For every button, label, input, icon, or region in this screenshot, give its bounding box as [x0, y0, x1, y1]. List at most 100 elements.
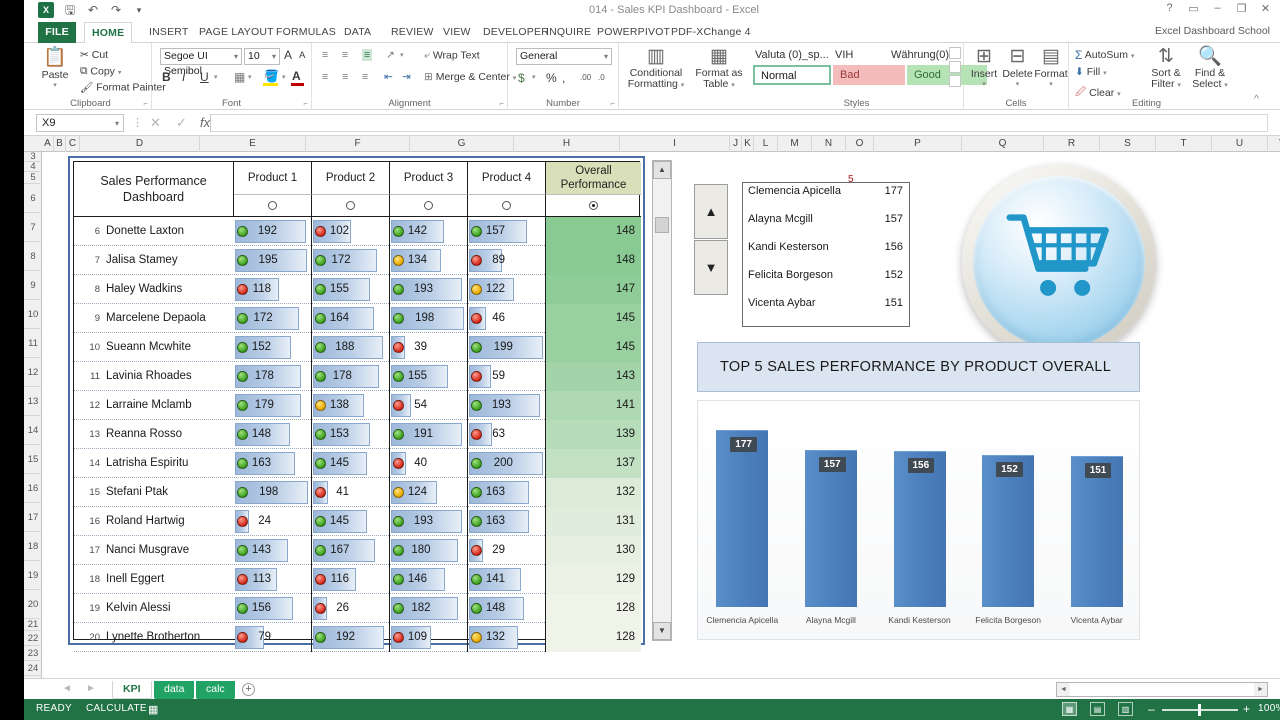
formula-input[interactable]: [210, 114, 1268, 132]
insert-function-icon[interactable]: fx: [200, 115, 210, 130]
spinner-up-button[interactable]: ▲: [694, 184, 728, 239]
tab-page-layout[interactable]: PAGE LAYOUT: [192, 22, 281, 43]
column-header-I[interactable]: I: [620, 136, 730, 152]
tab-review[interactable]: REVIEW: [384, 22, 441, 43]
style-valuta[interactable]: Valuta (0)_sp...: [755, 49, 829, 61]
column-header-V[interactable]: V: [1268, 136, 1280, 152]
sheet-vertical-scrollbar[interactable]: ▲ ▼: [652, 160, 672, 641]
percent-format-icon[interactable]: %: [546, 71, 557, 85]
style-normal[interactable]: Normal: [753, 65, 831, 85]
row-header-13[interactable]: 13: [24, 387, 42, 416]
table-row[interactable]: 6 Donette Laxton 192 102 142 157 148: [74, 217, 641, 246]
sheet-canvas[interactable]: Sales Performance Dashboard Product 1 Pr…: [42, 152, 1280, 678]
view-normal-button[interactable]: ▦: [1062, 702, 1077, 716]
paste-button[interactable]: 📋 Paste ▾: [36, 47, 74, 89]
table-row[interactable]: 15 Stefani Ptak 198 41 124 163 132: [74, 478, 641, 507]
column-header-N[interactable]: N: [812, 136, 846, 152]
list-item[interactable]: Alayna Mcgill 157: [743, 213, 909, 241]
table-row[interactable]: 18 Inell Eggert 113 116 146 141 129: [74, 565, 641, 594]
table-row[interactable]: 16 Roland Hartwig 24 145 193 163 131: [74, 507, 641, 536]
fill-color-button[interactable]: 🪣: [264, 69, 279, 83]
column-header-C[interactable]: C: [66, 136, 80, 152]
column-header-T[interactable]: T: [1156, 136, 1212, 152]
zoom-in-button[interactable]: +: [1243, 702, 1250, 716]
italic-button[interactable]: I: [182, 70, 185, 84]
status-calculate[interactable]: CALCULATE: [86, 703, 147, 714]
redo-icon[interactable]: ↷: [109, 3, 123, 17]
list-item[interactable]: Felicita Borgeson 152: [743, 269, 909, 297]
decrease-decimal-icon[interactable]: .0: [598, 73, 605, 82]
top5-list-box[interactable]: Clemencia Apicella 177 Alayna Mcgill 157 Kan…: [742, 182, 910, 327]
tab-data[interactable]: DATA: [337, 22, 378, 43]
increase-indent-icon[interactable]: ⇥: [402, 71, 411, 83]
scroll-down-button[interactable]: ▼: [653, 622, 671, 640]
help-icon[interactable]: ?: [1163, 2, 1176, 15]
maximize-icon[interactable]: ❐: [1235, 2, 1248, 15]
list-item[interactable]: Clemencia Apicella 177: [743, 185, 909, 213]
table-row[interactable]: 10 Sueann Mcwhite 152 188 39 199 145: [74, 333, 641, 362]
row-header-15[interactable]: 15: [24, 445, 42, 474]
column-header-S[interactable]: S: [1100, 136, 1156, 152]
row-header-8[interactable]: 8: [24, 242, 42, 271]
orientation-icon[interactable]: ↗: [386, 49, 395, 61]
spinner-down-button[interactable]: ▼: [694, 240, 728, 295]
column-header-J[interactable]: J: [730, 136, 742, 152]
styles-more-button[interactable]: [949, 75, 961, 87]
table-row[interactable]: 19 Kelvin Alessi 156 26 182 148 128: [74, 594, 641, 623]
column-header-Q[interactable]: Q: [962, 136, 1044, 152]
table-row[interactable]: 17 Nanci Musgrave 143 167 180 29 130: [74, 536, 641, 565]
horizontal-scrollbar[interactable]: ◄ ►: [1056, 682, 1268, 697]
row-header-22[interactable]: 22: [24, 631, 42, 646]
tab-home[interactable]: HOME: [84, 22, 133, 44]
style-waehrung[interactable]: Währung(0): [891, 49, 949, 61]
row-header-16[interactable]: 16: [24, 474, 42, 503]
number-format-select[interactable]: General ▾: [516, 48, 612, 65]
style-bad[interactable]: Bad: [833, 65, 905, 85]
delete-cells-button[interactable]: ⊟ Delete ▾: [1001, 46, 1034, 88]
orientation-dropdown-icon[interactable]: ▾: [400, 51, 404, 59]
bold-button[interactable]: B: [162, 70, 171, 84]
scroll-right-button[interactable]: ►: [1254, 683, 1267, 696]
format-as-table-button[interactable]: ▦ Format as Table ▾: [691, 46, 747, 91]
radio-product-4[interactable]: [468, 195, 546, 217]
view-page-layout-button[interactable]: ▤: [1090, 702, 1105, 716]
align-right-icon[interactable]: ≡: [362, 71, 368, 83]
enter-icon[interactable]: ✓: [176, 115, 187, 131]
radio-overall[interactable]: [546, 195, 641, 217]
row-header-4[interactable]: 4: [24, 162, 42, 172]
conditional-formatting-button[interactable]: ▥ Conditional Formatting ▾: [623, 46, 689, 91]
name-box[interactable]: X9 ▾: [36, 114, 124, 132]
column-header-P[interactable]: P: [874, 136, 962, 152]
column-header-M[interactable]: M: [778, 136, 812, 152]
column-header-A[interactable]: A: [42, 136, 54, 152]
zoom-out-button[interactable]: –: [1148, 702, 1155, 716]
column-header-G[interactable]: G: [410, 136, 514, 152]
zoom-slider-thumb[interactable]: [1198, 704, 1201, 716]
column-header-R[interactable]: R: [1044, 136, 1100, 152]
row-header-6[interactable]: 6: [24, 184, 42, 213]
scrollbar-thumb[interactable]: [655, 217, 669, 233]
table-row[interactable]: 20 Lynette Brotherton 79 192 109 132 128: [74, 623, 641, 652]
row-header-23[interactable]: 23: [24, 646, 42, 661]
next-sheet-button[interactable]: ►: [86, 683, 96, 694]
merge-center-button[interactable]: ⊞ Merge & Center ▾: [424, 71, 516, 83]
ribbon-display-options-icon[interactable]: ▭: [1187, 2, 1200, 15]
macro-record-icon[interactable]: ▦: [148, 703, 159, 716]
align-left-icon[interactable]: ≡: [322, 71, 328, 83]
decrease-indent-icon[interactable]: ⇤: [384, 71, 393, 83]
font-dialog-launcher[interactable]: ⌐: [303, 99, 308, 108]
row-header-19[interactable]: 19: [24, 561, 42, 590]
prev-sheet-button[interactable]: ◄: [62, 683, 72, 694]
sheet-tab-calc[interactable]: calc: [196, 681, 235, 699]
clipboard-dialog-launcher[interactable]: ⌐: [143, 99, 148, 108]
column-header-B[interactable]: B: [54, 136, 66, 152]
row-header-7[interactable]: 7: [24, 213, 42, 242]
table-row[interactable]: 7 Jalisa Stamey 195 172 134 89 148: [74, 246, 641, 275]
styles-scroll-down-button[interactable]: [949, 61, 961, 73]
alignment-dialog-launcher[interactable]: ⌐: [499, 99, 504, 108]
save-icon[interactable]: 🖫: [63, 3, 77, 17]
table-row[interactable]: 8 Haley Wadkins 118 155 193 122 147: [74, 275, 641, 304]
column-header-O[interactable]: O: [846, 136, 874, 152]
number-dialog-launcher[interactable]: ⌐: [610, 99, 615, 108]
row-header-12[interactable]: 12: [24, 358, 42, 387]
